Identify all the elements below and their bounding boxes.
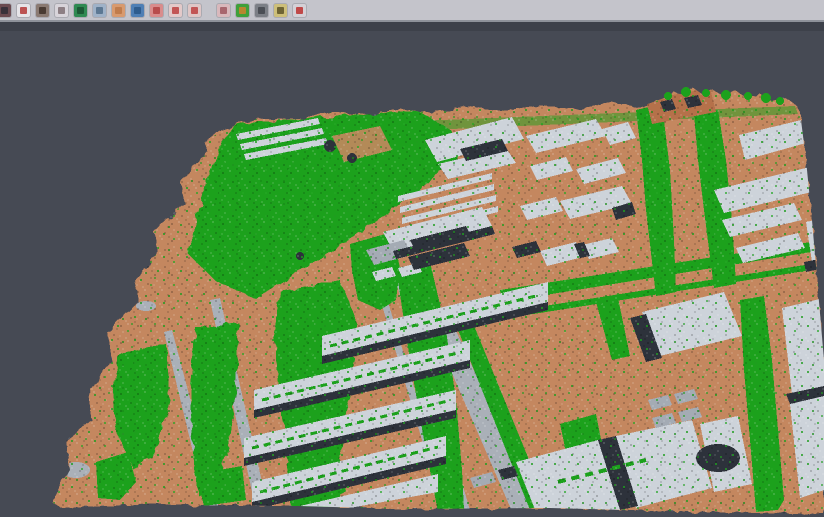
project-tree-icon[interactable] bbox=[0, 2, 12, 18]
pick-center-icon[interactable] bbox=[167, 2, 183, 18]
canvas-top-band bbox=[0, 22, 824, 31]
measure-tool-icon[interactable] bbox=[272, 2, 288, 18]
mesh-terrain-icon[interactable] bbox=[34, 2, 50, 18]
globe-icon[interactable] bbox=[129, 2, 145, 18]
clipping-box-icon[interactable] bbox=[110, 2, 126, 18]
raster-layers-icon[interactable] bbox=[148, 2, 164, 18]
raster-grid-icon[interactable] bbox=[215, 2, 231, 18]
flag-tool-icon[interactable] bbox=[291, 2, 307, 18]
fit-zoom-icon[interactable] bbox=[186, 2, 202, 18]
viewport-3d[interactable] bbox=[0, 0, 824, 517]
settings-icon[interactable] bbox=[253, 2, 269, 18]
application-window bbox=[0, 0, 824, 517]
profile-tool-icon[interactable] bbox=[91, 2, 107, 18]
align-clouds-icon[interactable] bbox=[15, 2, 31, 18]
classification-map-icon[interactable] bbox=[234, 2, 250, 18]
terrain-model-icon[interactable] bbox=[72, 2, 88, 18]
point-pair-icon[interactable] bbox=[53, 2, 69, 18]
toolbar bbox=[0, 0, 824, 22]
